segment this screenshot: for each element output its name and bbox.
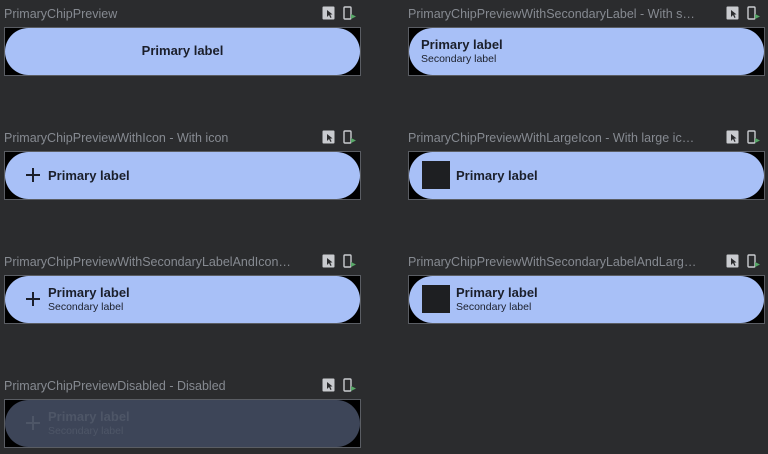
preview-header: PrimaryChipPreviewDisabled - Disabled <box>4 374 361 398</box>
chip-secondary-label: Secondary label <box>456 301 532 313</box>
preview-title: PrimaryChipPreviewWithSecondaryLabelAndL… <box>408 255 697 269</box>
primary-chip[interactable]: Primary label Secondary label <box>5 276 360 323</box>
interactive-mode-icon[interactable] <box>726 6 740 21</box>
interactive-mode-icon[interactable] <box>322 378 336 393</box>
preview-primary-chip-with-secondary-label-and-icon: PrimaryChipPreviewWithSecondaryLabelAndI… <box>4 250 361 330</box>
primary-chip[interactable]: Primary label <box>5 152 360 199</box>
chip-text-block: Primary label Secondary label <box>48 400 130 447</box>
preview-header: PrimaryChipPreviewWithSecondaryLabelAndI… <box>4 250 361 274</box>
chip-text-block: Primary label Secondary label <box>456 276 538 323</box>
interactive-mode-icon[interactable] <box>322 130 336 145</box>
interactive-mode-icon[interactable] <box>726 254 740 269</box>
preview-title: PrimaryChipPreview <box>4 7 118 21</box>
preview-frame: Primary label <box>4 27 361 76</box>
interactive-mode-icon[interactable] <box>322 254 336 269</box>
chip-primary-label: Primary label <box>48 285 130 300</box>
chip-primary-label: Primary label <box>141 43 224 58</box>
large-square-icon <box>422 161 450 189</box>
chip-text-block: Primary label <box>48 152 130 199</box>
deploy-preview-icon[interactable] <box>343 130 357 145</box>
chip-primary-label: Primary label <box>456 167 538 183</box>
plus-icon <box>25 415 41 431</box>
chip-text-block: Primary label Secondary label <box>48 276 130 323</box>
chip-primary-label: Primary label <box>456 285 538 300</box>
preview-frame: Primary label Secondary label <box>4 399 361 448</box>
preview-primary-chip-with-icon: PrimaryChipPreviewWithIcon - With icon P… <box>4 126 361 206</box>
preview-frame: Primary label Secondary label <box>408 275 765 324</box>
preview-title: PrimaryChipPreviewWithSecondaryLabel - W… <box>408 7 695 21</box>
preview-header: PrimaryChipPreviewWithSecondaryLabel - W… <box>408 2 765 26</box>
preview-primary-chip: PrimaryChipPreview Primary label <box>4 2 361 82</box>
plus-icon <box>25 291 41 307</box>
chip-secondary-label: Secondary label <box>48 425 124 437</box>
preview-title: PrimaryChipPreviewDisabled - Disabled <box>4 379 226 393</box>
primary-chip[interactable]: Primary label <box>5 28 360 75</box>
primary-chip[interactable]: Primary label Secondary label <box>409 276 764 323</box>
deploy-preview-icon[interactable] <box>747 254 761 269</box>
large-square-icon <box>422 285 450 313</box>
chip-primary-label: Primary label <box>48 167 130 183</box>
preview-primary-chip-with-secondary-label-and-large-icon: PrimaryChipPreviewWithSecondaryLabelAndL… <box>408 250 765 330</box>
primary-chip[interactable]: Primary label <box>409 152 764 199</box>
preview-primary-chip-with-secondary-label: PrimaryChipPreviewWithSecondaryLabel - W… <box>408 2 765 82</box>
preview-primary-chip-with-large-icon: PrimaryChipPreviewWithLargeIcon - With l… <box>408 126 765 206</box>
plus-icon <box>25 167 41 183</box>
preview-title: PrimaryChipPreviewWithLargeIcon - With l… <box>408 131 695 145</box>
preview-frame: Primary label <box>4 151 361 200</box>
deploy-preview-icon[interactable] <box>343 6 357 21</box>
preview-header: PrimaryChipPreviewWithIcon - With icon <box>4 126 361 150</box>
deploy-preview-icon[interactable] <box>747 130 761 145</box>
interactive-mode-icon[interactable] <box>322 6 336 21</box>
preview-frame: Primary label <box>408 151 765 200</box>
deploy-preview-icon[interactable] <box>343 378 357 393</box>
interactive-mode-icon[interactable] <box>726 130 740 145</box>
chip-primary-label: Primary label <box>48 409 130 424</box>
deploy-preview-icon[interactable] <box>343 254 357 269</box>
preview-header: PrimaryChipPreviewWithSecondaryLabelAndL… <box>408 250 765 274</box>
preview-header: PrimaryChipPreviewWithLargeIcon - With l… <box>408 126 765 150</box>
chip-secondary-label: Secondary label <box>421 53 497 65</box>
preview-title: PrimaryChipPreviewWithIcon - With icon <box>4 131 229 145</box>
primary-chip[interactable]: Primary label Secondary label <box>409 28 764 75</box>
chip-text-block: Primary label Secondary label <box>421 28 503 75</box>
chip-secondary-label: Secondary label <box>48 301 124 313</box>
preview-frame: Primary label Secondary label <box>408 27 765 76</box>
chip-primary-label: Primary label <box>421 37 503 52</box>
preview-primary-chip-disabled: PrimaryChipPreviewDisabled - Disabled Pr… <box>4 374 361 454</box>
preview-header: PrimaryChipPreview <box>4 2 361 26</box>
chip-text-block: Primary label <box>456 152 538 199</box>
primary-chip-disabled: Primary label Secondary label <box>5 400 360 447</box>
preview-frame: Primary label Secondary label <box>4 275 361 324</box>
deploy-preview-icon[interactable] <box>747 6 761 21</box>
preview-title: PrimaryChipPreviewWithSecondaryLabelAndI… <box>4 255 291 269</box>
